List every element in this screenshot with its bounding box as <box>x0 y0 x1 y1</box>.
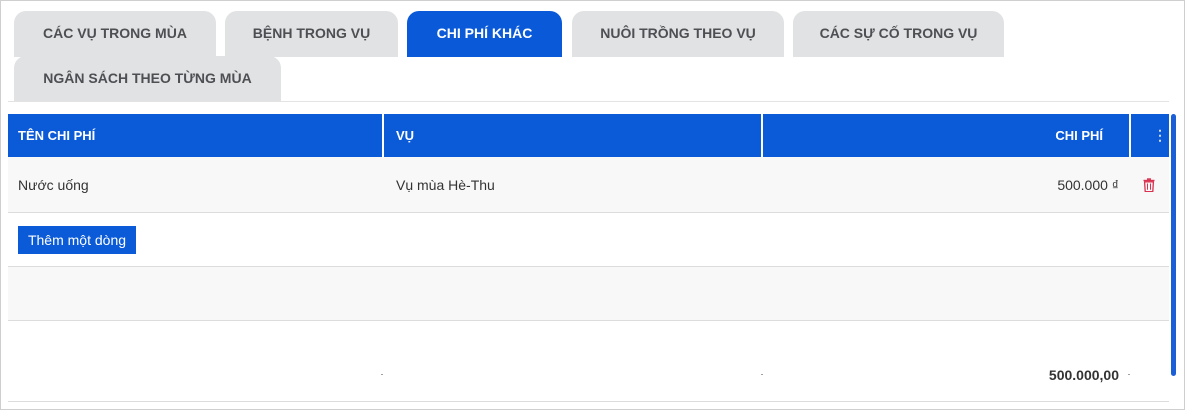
cell-cost[interactable]: 500.000 ₫ <box>764 157 1119 212</box>
table-header: TÊN CHI PHÍ VỤ CHI PHÍ ⋮ <box>8 114 1169 157</box>
add-row-button[interactable]: Thêm một dòng <box>18 226 136 254</box>
tab-budget-by-season[interactable]: NGÂN SÁCH THEO TỪNG MÙA <box>14 56 281 102</box>
column-divider <box>761 114 763 157</box>
trash-icon <box>1143 177 1155 192</box>
column-divider <box>382 114 384 157</box>
row-divider <box>8 212 1169 213</box>
tab-incidents-in-season[interactable]: CÁC SỰ CỐ TRONG VỤ <box>793 11 1004 57</box>
tab-other-costs[interactable]: CHI PHÍ KHÁC <box>407 11 562 57</box>
tab-disease-in-season[interactable]: BỆNH TRONG VỤ <box>225 11 398 57</box>
table-footer: 500.000,00 <box>8 321 1169 401</box>
total-cost: 500.000,00 <box>1048 367 1119 383</box>
tab-divider <box>8 101 1169 102</box>
column-divider <box>1129 114 1131 157</box>
column-header-cost[interactable]: CHI PHÍ <box>764 114 1103 157</box>
footer-marker <box>761 374 763 375</box>
tab-seasons-in-year[interactable]: CÁC VỤ TRONG MÙA <box>14 11 216 57</box>
tab-farming-by-season[interactable]: NUÔI TRỒNG THEO VỤ <box>572 11 784 57</box>
row-divider <box>8 401 1169 402</box>
column-options-icon[interactable]: ⋮ <box>1153 114 1167 157</box>
vertical-scrollbar[interactable] <box>1171 114 1176 376</box>
cell-season[interactable]: Vụ mùa Hè-Thu <box>396 157 756 212</box>
empty-row <box>8 267 1169 320</box>
table-row[interactable]: Nước uống Vụ mùa Hè-Thu 500.000 ₫ <box>8 157 1169 212</box>
column-header-season[interactable]: VỤ <box>396 114 756 157</box>
delete-icon[interactable] <box>1139 157 1159 212</box>
cell-cost-name[interactable]: Nước uống <box>18 157 378 212</box>
column-header-cost-name[interactable]: TÊN CHI PHÍ <box>18 114 378 157</box>
footer-marker <box>1128 374 1130 375</box>
footer-marker <box>381 374 383 375</box>
